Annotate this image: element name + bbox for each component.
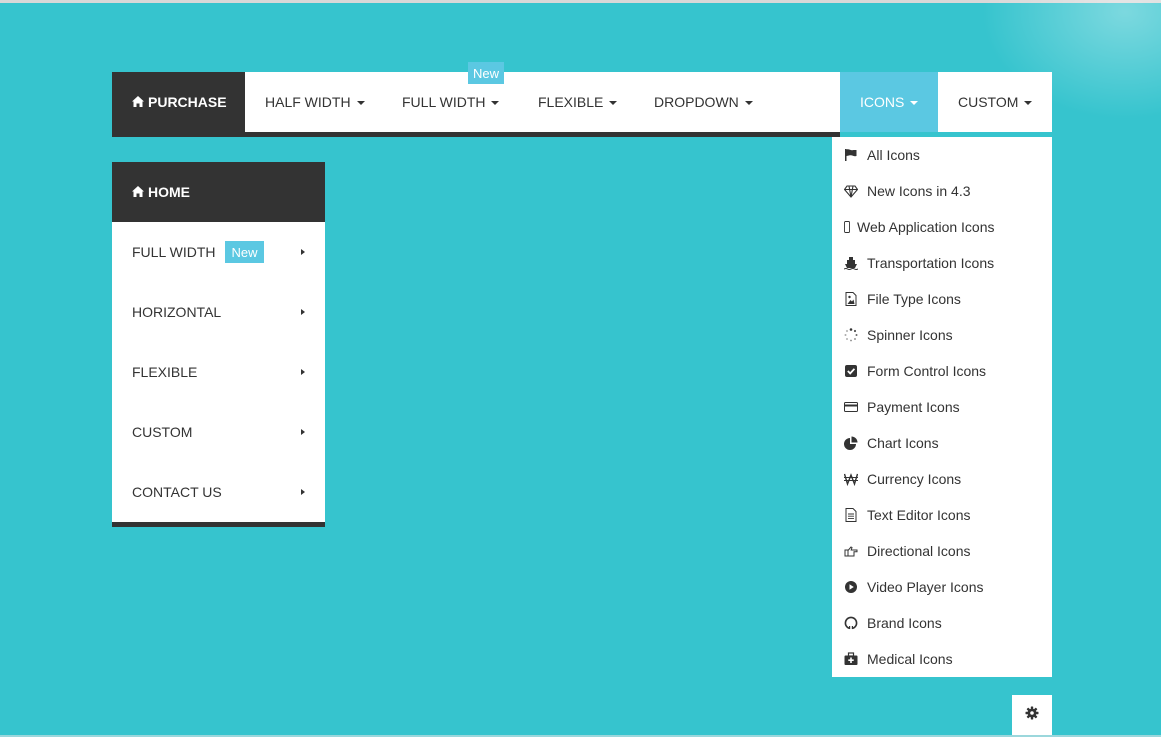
- sidebar-item-contact-us[interactable]: CONTACT US: [112, 462, 325, 522]
- menu-item-label: File Type Icons: [867, 291, 961, 307]
- sidebar-item-label: CUSTOM: [132, 424, 193, 440]
- check-square-icon: [844, 364, 858, 378]
- nav-dropdown-label: DROPDOWN: [654, 94, 739, 110]
- sidebar-item-label: FULL WIDTH: [132, 244, 216, 260]
- sidebar-item-label: CONTACT US: [132, 484, 222, 500]
- menu-item-label: Form Control Icons: [867, 363, 987, 379]
- menu-item-transportation-icons[interactable]: Transportation Icons: [832, 245, 1052, 281]
- menu-item-chart-icons[interactable]: Chart Icons: [832, 425, 1052, 461]
- menu-item-label: Payment Icons: [867, 399, 960, 415]
- mobile-icon: [844, 220, 850, 234]
- icons-dropdown-menu: All Icons New Icons in 4.3 Web Applicati…: [832, 137, 1052, 677]
- caret-down-icon: [356, 101, 365, 105]
- nav-custom-label: CUSTOM: [958, 94, 1019, 110]
- credit-card-icon: [844, 400, 858, 414]
- new-badge: New: [225, 241, 264, 263]
- menu-item-video-player-icons[interactable]: Video Player Icons: [832, 569, 1052, 605]
- nav-icons[interactable]: ICONS: [840, 72, 938, 132]
- flag-icon: [844, 148, 858, 162]
- sidebar-item-full-width[interactable]: FULL WIDTH New: [112, 222, 325, 282]
- medkit-icon: [844, 652, 858, 666]
- menu-item-label: Medical Icons: [867, 651, 953, 667]
- sidebar-home-label: HOME: [148, 184, 190, 200]
- home-icon: [132, 185, 144, 200]
- menu-item-label: Brand Icons: [867, 615, 942, 631]
- nav-dropdown[interactable]: DROPDOWN: [654, 72, 753, 132]
- nav-flexible-label: FLEXIBLE: [538, 94, 604, 110]
- play-circle-icon: [844, 580, 858, 594]
- caret-down-icon: [744, 101, 753, 105]
- caret-right-icon: [301, 249, 305, 255]
- github-icon: [844, 616, 858, 630]
- menu-item-text-editor-icons[interactable]: Text Editor Icons: [832, 497, 1052, 533]
- sidebar-item-home[interactable]: HOME: [112, 162, 325, 222]
- caret-down-icon: [491, 101, 500, 105]
- caret-right-icon: [301, 309, 305, 315]
- nav-custom[interactable]: CUSTOM: [958, 72, 1033, 132]
- home-icon: [132, 95, 144, 110]
- settings-button[interactable]: [1012, 695, 1052, 735]
- menu-item-currency-icons[interactable]: Currency Icons: [832, 461, 1052, 497]
- menu-item-file-type-icons[interactable]: File Type Icons: [832, 281, 1052, 317]
- spinner-icon: [844, 328, 858, 342]
- menu-item-medical-icons[interactable]: Medical Icons: [832, 641, 1052, 677]
- menu-item-label: Web Application Icons: [857, 219, 995, 235]
- menu-item-label: Chart Icons: [867, 435, 939, 451]
- sidebar-item-label: FLEXIBLE: [132, 364, 198, 380]
- menu-item-label: New Icons in 4.3: [867, 183, 971, 199]
- top-navigation-bar: PURCHASE HALF WIDTH FULL WIDTH FLEXIBLE …: [112, 72, 1052, 132]
- menu-item-label: Transportation Icons: [867, 255, 995, 271]
- gear-icon: [1025, 706, 1039, 725]
- caret-down-icon: [910, 101, 919, 105]
- menu-item-label: Currency Icons: [867, 471, 962, 487]
- nav-purchase-label: PURCHASE: [148, 94, 227, 110]
- sidebar-item-custom[interactable]: CUSTOM: [112, 402, 325, 462]
- file-text-icon: [844, 508, 858, 522]
- caret-down-icon: [609, 101, 618, 105]
- menu-item-directional-icons[interactable]: Directional Icons: [832, 533, 1052, 569]
- sidebar-item-flexible[interactable]: FLEXIBLE: [112, 342, 325, 402]
- nav-half-width-label: HALF WIDTH: [265, 94, 351, 110]
- sidebar-item-label: HORIZONTAL: [132, 304, 222, 320]
- menu-item-label: Spinner Icons: [867, 327, 953, 343]
- menu-item-web-application-icons[interactable]: Web Application Icons: [832, 209, 1052, 245]
- nav-underline: [112, 132, 840, 137]
- nav-purchase[interactable]: PURCHASE: [112, 72, 245, 132]
- menu-item-label: Directional Icons: [867, 543, 971, 559]
- menu-item-form-control-icons[interactable]: Form Control Icons: [832, 353, 1052, 389]
- hand-point-right-icon: [844, 544, 858, 558]
- menu-item-label: Video Player Icons: [867, 579, 984, 595]
- diamond-icon: [844, 184, 858, 198]
- nav-icons-label: ICONS: [860, 94, 905, 110]
- ship-icon: [844, 256, 858, 270]
- new-badge: New: [468, 62, 505, 84]
- sidebar-menu: HOME FULL WIDTH New HORIZONTAL FLEXIBLE …: [112, 162, 325, 522]
- menu-item-label: All Icons: [867, 147, 920, 163]
- menu-item-new-icons[interactable]: New Icons in 4.3: [832, 173, 1052, 209]
- menu-item-label: Text Editor Icons: [867, 507, 971, 523]
- pie-chart-icon: [844, 436, 858, 450]
- menu-item-spinner-icons[interactable]: Spinner Icons: [832, 317, 1052, 353]
- menu-item-brand-icons[interactable]: Brand Icons: [832, 605, 1052, 641]
- nav-full-width-label: FULL WIDTH: [402, 94, 486, 110]
- caret-right-icon: [301, 429, 305, 435]
- sidebar-item-horizontal[interactable]: HORIZONTAL: [112, 282, 325, 342]
- caret-right-icon: [301, 369, 305, 375]
- nav-flexible[interactable]: FLEXIBLE: [538, 72, 618, 132]
- menu-item-all-icons[interactable]: All Icons: [832, 137, 1052, 173]
- caret-right-icon: [301, 489, 305, 495]
- nav-half-width[interactable]: HALF WIDTH: [265, 72, 365, 132]
- menu-item-payment-icons[interactable]: Payment Icons: [832, 389, 1052, 425]
- file-image-icon: [844, 292, 858, 306]
- caret-down-icon: [1024, 101, 1033, 105]
- sidebar-underline: [112, 522, 325, 527]
- won-icon: [844, 472, 858, 486]
